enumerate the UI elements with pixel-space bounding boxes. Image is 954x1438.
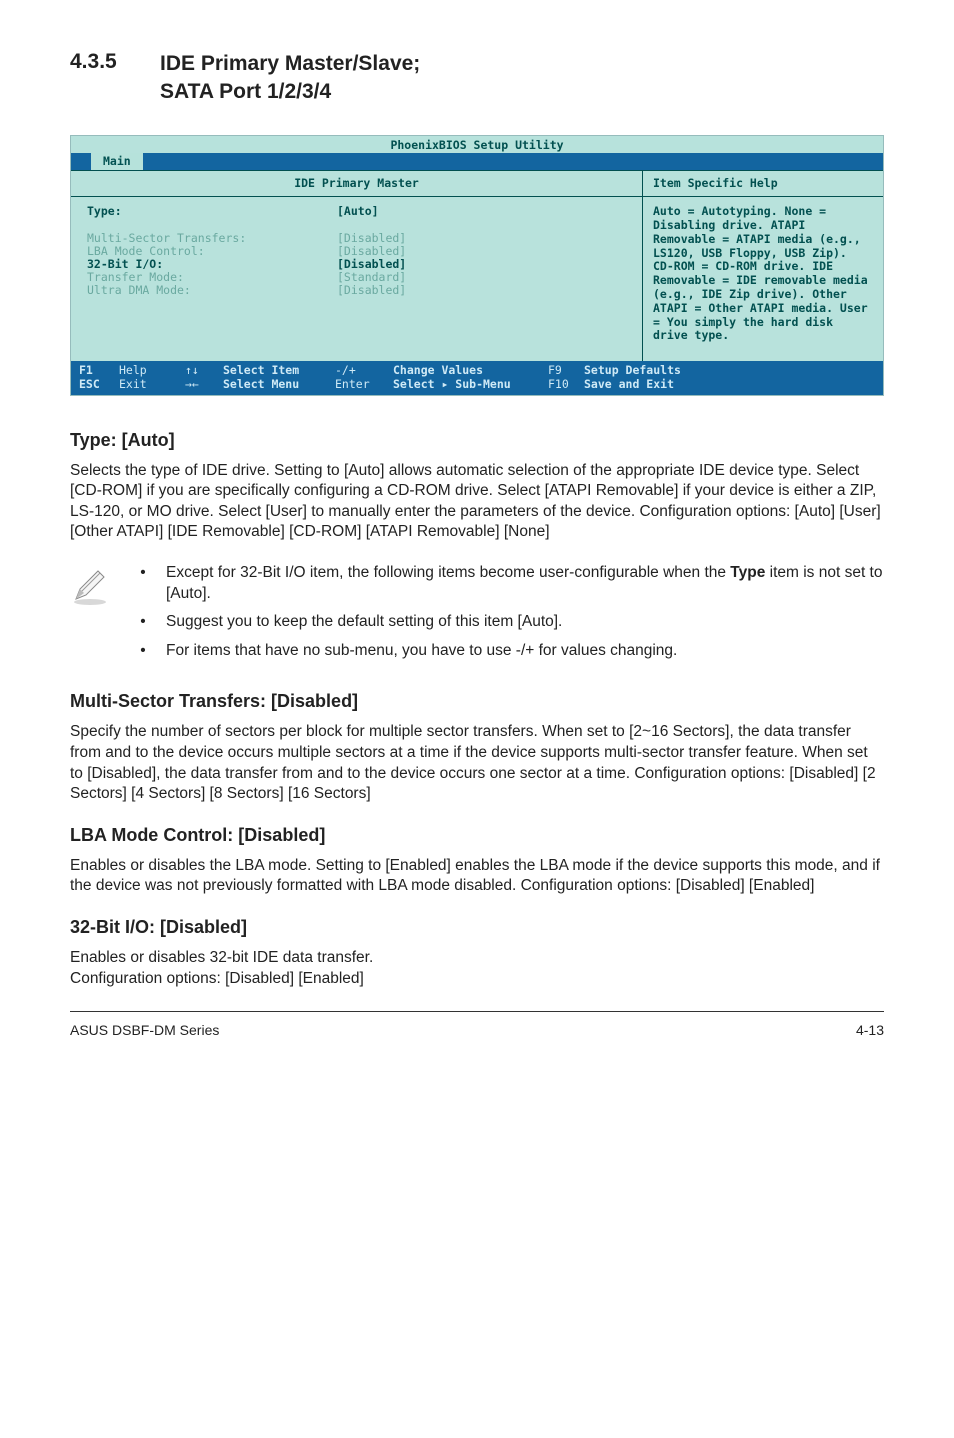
bios-title: PhoenixBIOS Setup Utility [71, 136, 883, 153]
body-type: Selects the type of IDE drive. Setting t… [70, 461, 884, 543]
body-multi: Specify the number of sectors per block … [70, 722, 884, 804]
bios-help-panel: Item Specific Help Auto = Autotyping. No… [643, 171, 883, 361]
tab-main[interactable]: Main [91, 153, 143, 170]
heading-io: 32-Bit I/O: [Disabled] [70, 917, 884, 938]
footer-select-submenu: Select ▸ Sub-Menu [393, 378, 548, 391]
bios-labels-col: Type: Multi-Sector Transfers: LBA Mode C… [87, 205, 337, 298]
note-item-3: • For items that have no sub-menu, you h… [140, 641, 884, 662]
bios-tabbar: Main [71, 153, 883, 170]
footer-select-item: Select Item [223, 364, 335, 377]
bios-main-panel: IDE Primary Master Type: Multi-Sector Tr… [71, 171, 643, 361]
field-dma-value[interactable]: [Disabled] [337, 284, 626, 297]
section-title-line2: SATA Port 1/2/3/4 [160, 78, 420, 106]
note-items: • Except for 32-Bit I/O item, the follow… [140, 563, 884, 669]
section-heading: 4.3.5 IDE Primary Master/Slave; SATA Por… [70, 50, 884, 107]
field-multi-value[interactable]: [Disabled] [337, 232, 626, 245]
page-footer: ASUS DSBF-DM Series 4-13 [70, 1022, 884, 1038]
footer-select-menu: Select Menu [223, 378, 335, 391]
bios-window: PhoenixBIOS Setup Utility Main IDE Prima… [70, 135, 884, 396]
footer-left: ASUS DSBF-DM Series [70, 1022, 219, 1038]
bullet-icon: • [140, 563, 146, 584]
note-text-1: Except for 32-Bit I/O item, the followin… [166, 563, 884, 604]
bios-footer: F1 Help ↑↓ Select Item -/+ Change Values… [71, 361, 883, 394]
footer-enter: Enter [335, 378, 393, 391]
bios-main-body: Type: Multi-Sector Transfers: LBA Mode C… [71, 197, 642, 316]
note-block: • Except for 32-Bit I/O item, the follow… [70, 563, 884, 669]
footer-change-values: Change Values [393, 364, 548, 377]
footer-f10: F10 [548, 378, 584, 391]
field-type-label: Type: [87, 205, 337, 218]
note-1-bold: Type [730, 564, 765, 581]
section-number: 4.3.5 [70, 50, 160, 74]
footer-esc: ESC [79, 378, 119, 391]
bios-help-title: Item Specific Help [643, 171, 883, 197]
bios-values-col: [Auto] [Disabled] [Disabled] [Disabled] … [337, 205, 626, 298]
footer-exit: Exit [119, 378, 185, 391]
bios-panels: IDE Primary Master Type: Multi-Sector Tr… [71, 170, 883, 361]
bullet-icon: • [140, 612, 146, 633]
body-io: Enables or disables 32-bit IDE data tran… [70, 948, 884, 989]
footer-divider [70, 1011, 884, 1012]
note-text-3: For items that have no sub-menu, you hav… [166, 641, 884, 662]
note-item-2: • Suggest you to keep the default settin… [140, 612, 884, 633]
field-dma-label: Ultra DMA Mode: [87, 284, 337, 297]
bios-panel-title: IDE Primary Master [71, 171, 642, 197]
footer-right: 4-13 [856, 1022, 884, 1038]
field-multi-label: Multi-Sector Transfers: [87, 232, 337, 245]
note-text-2: Suggest you to keep the default setting … [166, 612, 884, 633]
footer-f9: F9 [548, 364, 584, 377]
footer-setup-defaults: Setup Defaults [584, 364, 681, 377]
bios-help-body: Auto = Autotyping. None = Disabling driv… [643, 197, 883, 361]
heading-type: Type: [Auto] [70, 430, 884, 451]
heading-multi: Multi-Sector Transfers: [Disabled] [70, 691, 884, 712]
tab-spacer [71, 153, 91, 170]
footer-updown-icon: ↑↓ [185, 364, 223, 377]
heading-lba: LBA Mode Control: [Disabled] [70, 825, 884, 846]
note-1-pre: Except for 32-Bit I/O item, the followin… [166, 564, 730, 581]
body-lba: Enables or disables the LBA mode. Settin… [70, 856, 884, 897]
section-title-line1: IDE Primary Master/Slave; [160, 50, 420, 78]
footer-leftright-icon: →← [185, 378, 223, 391]
bullet-icon: • [140, 641, 146, 662]
field-type-value[interactable]: [Auto] [337, 205, 626, 218]
footer-minusplus: -/+ [335, 364, 393, 377]
note-item-1: • Except for 32-Bit I/O item, the follow… [140, 563, 884, 604]
section-title: IDE Primary Master/Slave; SATA Port 1/2/… [160, 50, 420, 107]
pencil-icon [70, 563, 110, 612]
footer-save-exit: Save and Exit [584, 378, 674, 391]
footer-f1: F1 [79, 364, 119, 377]
footer-help: Help [119, 364, 185, 377]
